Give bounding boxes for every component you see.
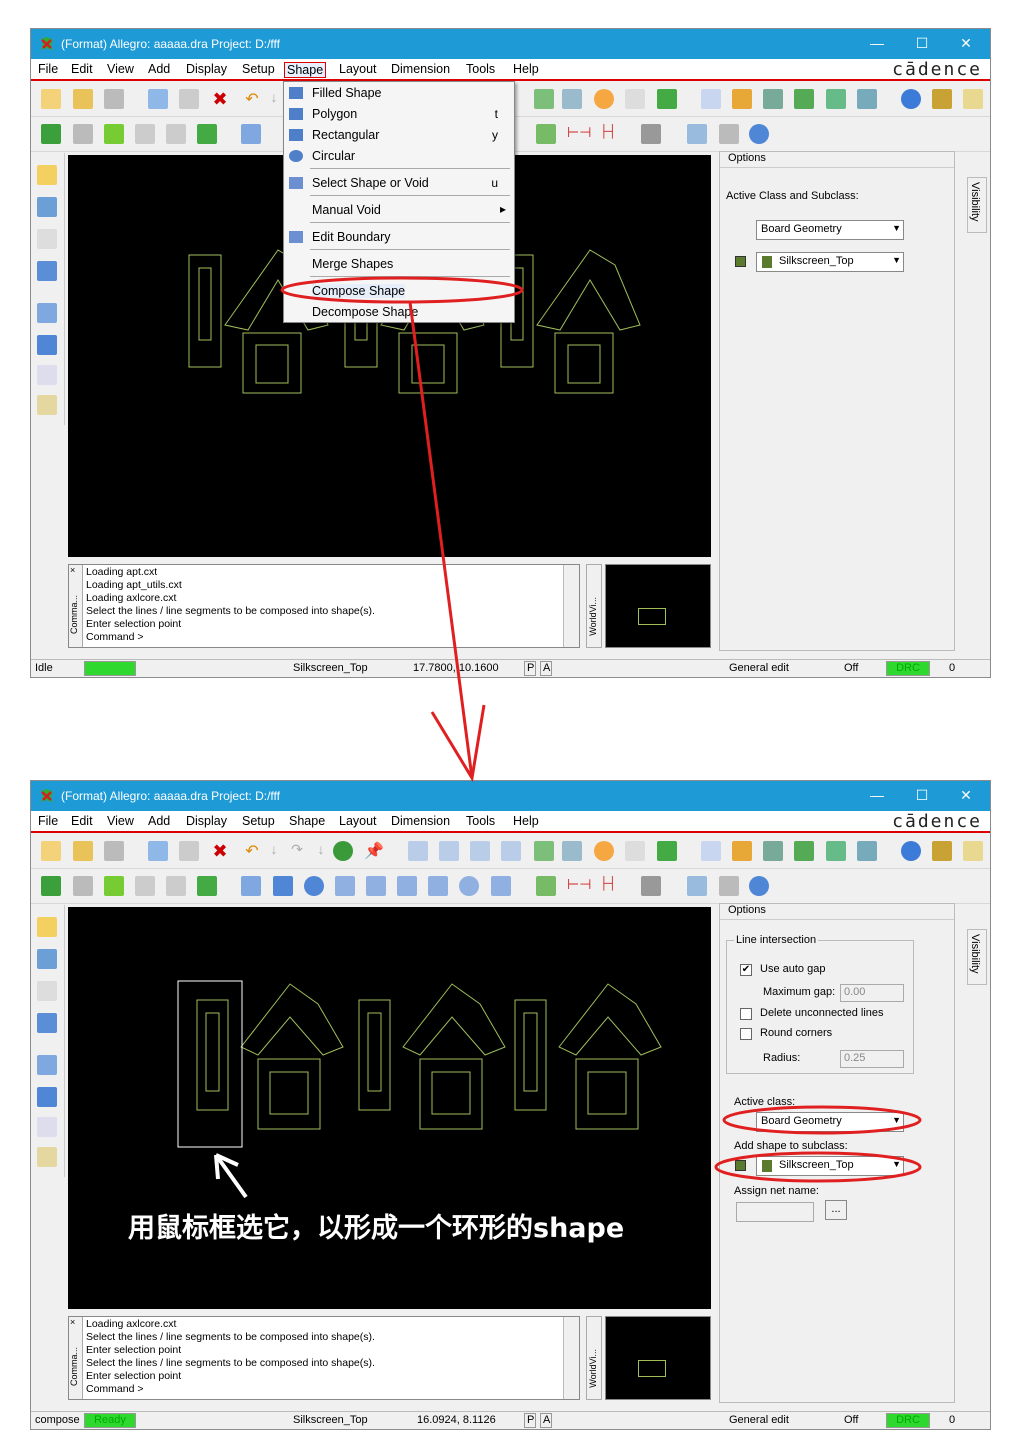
annotation-arrowhead — [430, 704, 486, 783]
subclass-highlight — [714, 1151, 922, 1183]
annotation-overlay — [280, 276, 922, 1183]
active-class-highlight — [722, 1105, 922, 1135]
compose-shape-highlight — [280, 276, 524, 304]
annotation-arrow — [408, 301, 474, 779]
